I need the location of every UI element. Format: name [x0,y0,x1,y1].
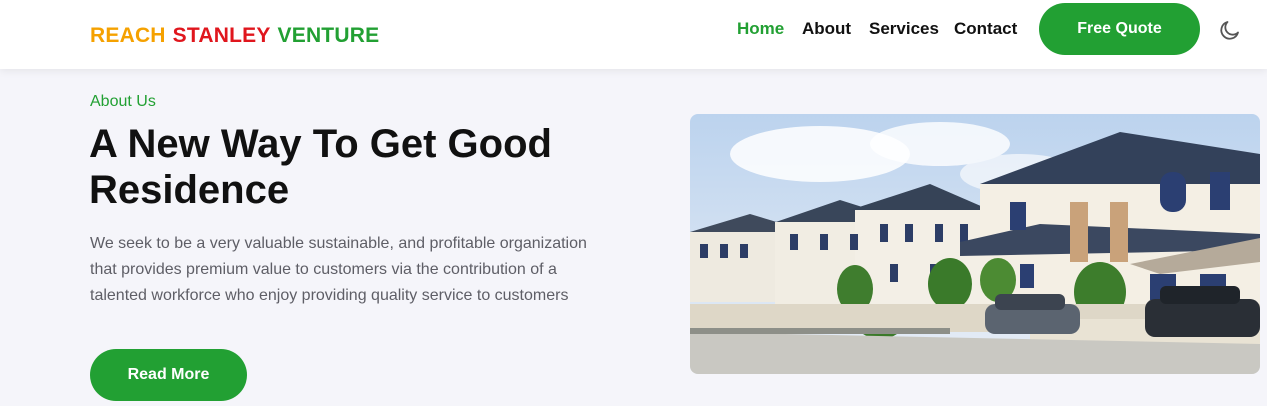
free-quote-button[interactable]: Free Quote [1039,3,1200,55]
brand-logo[interactable]: REACH STANLEY VENTURE [90,24,386,48]
brand-word-venture: VENTURE [277,24,380,47]
moon-icon [1220,21,1239,40]
nav-contact[interactable]: Contact [954,19,1017,39]
theme-toggle-button[interactable] [1218,18,1242,42]
page-title: A New Way To Get Good Residence [89,122,552,212]
nav-home[interactable]: Home [737,19,784,39]
nav-about[interactable]: About [802,19,851,39]
residential-houses-photo [690,114,1260,374]
brand-word-reach: REACH [90,24,166,47]
site-header: REACH STANLEY VENTURE Home About Services … [0,0,1267,69]
brand-word-stanley: STANLEY [172,24,271,47]
section-eyebrow: About Us [90,93,156,110]
read-more-button[interactable]: Read More [90,349,247,401]
nav-services[interactable]: Services [869,19,939,39]
about-description: We seek to be a very valuable sustainabl… [90,235,587,304]
